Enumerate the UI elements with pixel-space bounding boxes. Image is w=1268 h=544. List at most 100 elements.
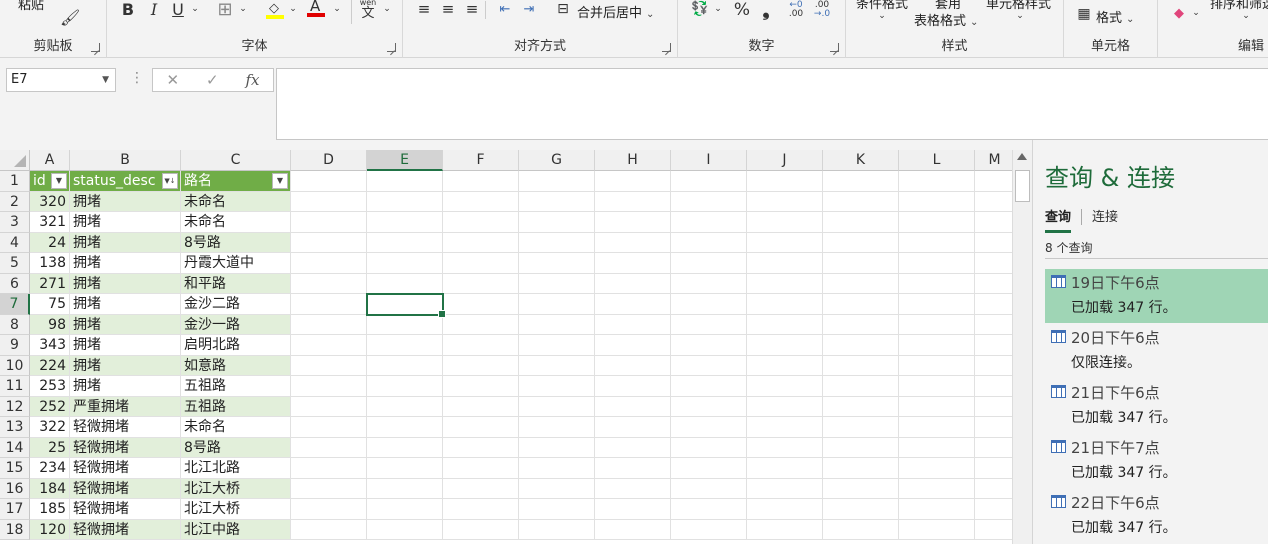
empty-cell[interactable] (975, 212, 1012, 233)
empty-cell[interactable] (671, 191, 747, 212)
table-cell[interactable]: 金沙一路 (181, 314, 291, 335)
empty-cell[interactable] (443, 396, 519, 417)
empty-cell[interactable] (291, 294, 367, 315)
font-launcher-icon[interactable] (387, 43, 396, 52)
clear-dropdown-icon[interactable]: ⌄ (1190, 6, 1202, 20)
paste-button[interactable]: 粘贴 (18, 0, 44, 13)
empty-cell[interactable] (975, 294, 1012, 315)
empty-cell[interactable] (671, 335, 747, 356)
table-cell[interactable]: 北江北路 (181, 458, 291, 479)
empty-cell[interactable] (595, 232, 671, 253)
query-item[interactable]: 21日下午6点 已加载 347 行。 (1045, 379, 1268, 433)
column-header-l[interactable]: L (899, 150, 975, 171)
column-header-f[interactable]: F (443, 150, 519, 171)
empty-cell[interactable] (899, 499, 975, 520)
empty-cell[interactable] (595, 437, 671, 458)
empty-cell[interactable] (899, 171, 975, 192)
tab-queries[interactable]: 查询 (1045, 206, 1072, 233)
empty-cell[interactable] (519, 273, 595, 294)
row-header-15[interactable]: 15 (0, 458, 30, 479)
empty-cell[interactable] (595, 478, 671, 499)
row-header-5[interactable]: 5 (0, 253, 30, 274)
empty-cell[interactable] (291, 478, 367, 499)
empty-cell[interactable] (367, 478, 443, 499)
table-cell[interactable]: 25 (30, 437, 70, 458)
empty-cell[interactable] (671, 212, 747, 233)
empty-cell[interactable] (747, 232, 823, 253)
align-left-icon[interactable]: ≡ (415, 0, 433, 18)
empty-cell[interactable] (747, 458, 823, 479)
empty-cell[interactable] (671, 294, 747, 315)
empty-cell[interactable] (975, 499, 1012, 520)
empty-cell[interactable] (595, 253, 671, 274)
column-header-k[interactable]: K (823, 150, 899, 171)
sort-filter-dropdown-icon[interactable]: ⌄ (1240, 10, 1252, 22)
empty-cell[interactable] (823, 273, 899, 294)
empty-cell[interactable] (899, 335, 975, 356)
filter-dropdown-icon[interactable]: ▼ (51, 173, 67, 189)
empty-cell[interactable] (747, 519, 823, 540)
empty-cell[interactable] (291, 253, 367, 274)
empty-cell[interactable] (443, 335, 519, 356)
empty-cell[interactable] (975, 335, 1012, 356)
table-cell[interactable]: 轻微拥堵 (70, 437, 181, 458)
empty-cell[interactable] (823, 232, 899, 253)
number-launcher-icon[interactable] (830, 43, 839, 52)
empty-cell[interactable] (291, 314, 367, 335)
empty-cell[interactable] (595, 417, 671, 438)
table-cell[interactable]: 拥堵 (70, 212, 181, 233)
empty-cell[interactable] (367, 171, 443, 192)
empty-cell[interactable] (823, 376, 899, 397)
italic-button[interactable]: I (145, 0, 163, 19)
merge-center-icon[interactable]: ⊟ (553, 0, 573, 18)
empty-cell[interactable] (291, 499, 367, 520)
empty-cell[interactable] (975, 376, 1012, 397)
empty-cell[interactable] (595, 335, 671, 356)
formula-input[interactable] (276, 68, 1268, 140)
empty-cell[interactable] (823, 417, 899, 438)
empty-cell[interactable] (519, 458, 595, 479)
empty-cell[interactable] (823, 335, 899, 356)
merge-center-button[interactable]: 合并后居中 ⌄ (577, 2, 654, 21)
worksheet-grid[interactable]: ABCDEFGHIJKLM 1 2 3 4 5 6 7 8 9 10 11 12 13 14 15 16 17 1… (0, 150, 1012, 544)
accounting-dropdown-icon[interactable]: ⌄ (712, 0, 724, 18)
empty-cell[interactable] (595, 355, 671, 376)
empty-cell[interactable] (671, 376, 747, 397)
underline-dropdown-icon[interactable]: ⌄ (189, 0, 201, 18)
empty-cell[interactable] (823, 519, 899, 540)
table-cell[interactable]: 234 (30, 458, 70, 479)
vertical-scrollbar[interactable] (1012, 150, 1032, 544)
name-box-dropdown-icon[interactable]: ▼ (102, 75, 109, 85)
empty-cell[interactable] (291, 417, 367, 438)
query-item[interactable]: 21日下午7点 已加载 347 行。 (1045, 434, 1268, 488)
empty-cell[interactable] (519, 478, 595, 499)
empty-cell[interactable] (367, 437, 443, 458)
table-cell[interactable]: 拥堵 (70, 314, 181, 335)
phonetic-dropdown-icon[interactable]: ⌄ (381, 0, 393, 18)
empty-cell[interactable] (519, 212, 595, 233)
empty-cell[interactable] (975, 479, 1012, 499)
table-cell[interactable]: 北江大桥 (181, 499, 291, 520)
empty-cell[interactable] (367, 376, 443, 397)
empty-cell[interactable] (595, 458, 671, 479)
empty-cell[interactable] (519, 499, 595, 520)
empty-cell[interactable] (443, 499, 519, 520)
table-cell[interactable]: 轻微拥堵 (70, 458, 181, 479)
empty-cell[interactable] (823, 191, 899, 212)
scroll-up-icon[interactable] (1017, 153, 1027, 160)
table-cell[interactable]: 未命名 (181, 191, 291, 212)
empty-cell[interactable] (671, 437, 747, 458)
table-cell[interactable]: 322 (30, 417, 70, 438)
empty-cell[interactable] (975, 192, 1012, 212)
table-cell[interactable]: 224 (30, 355, 70, 376)
row-header-3[interactable]: 3 (0, 212, 30, 233)
empty-cell[interactable] (975, 315, 1012, 335)
table-cell[interactable]: 253 (30, 376, 70, 397)
table-cell[interactable]: 未命名 (181, 417, 291, 438)
empty-cell[interactable] (975, 171, 1012, 192)
empty-cell[interactable] (519, 437, 595, 458)
empty-cell[interactable] (595, 499, 671, 520)
decrease-decimal-icon[interactable]: .00 →.0 (810, 0, 834, 22)
empty-cell[interactable] (443, 519, 519, 540)
cell-styles-dropdown-icon[interactable]: ⌄ (1014, 10, 1026, 22)
